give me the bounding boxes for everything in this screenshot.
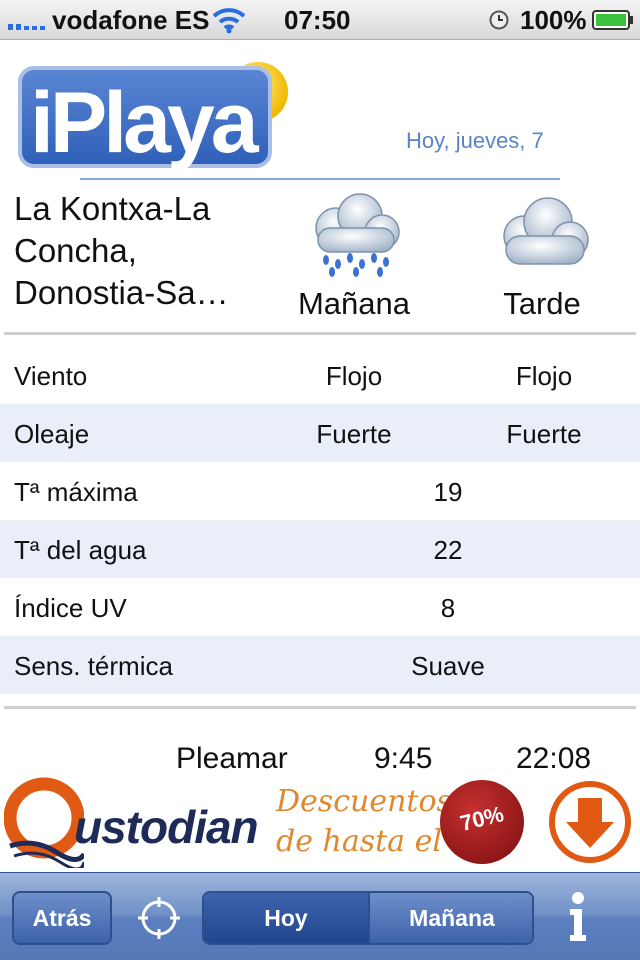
row-label: Tª máxima xyxy=(14,477,138,507)
tide-label: Pleamar xyxy=(176,742,288,772)
signal-strength-icon xyxy=(8,24,45,30)
wifi-icon xyxy=(212,8,246,34)
row-value: 19 xyxy=(433,477,463,507)
row-label: Viento xyxy=(14,361,88,391)
ad-brand-text: ustodian xyxy=(74,801,259,853)
crosshair-locate-icon[interactable] xyxy=(136,895,182,941)
tab-today[interactable]: Hoy xyxy=(204,893,370,943)
tide-row: Pleamar 9:45 22:08 xyxy=(0,738,640,772)
bottom-toolbar: Atrás Hoy Mañana xyxy=(0,872,640,960)
forecast-afternoon-label: Tarde xyxy=(503,286,581,321)
row-value: 8 xyxy=(440,593,456,623)
weather-table: Viento Flojo Flojo Oleaje Fuerte Fuerte … xyxy=(0,346,640,694)
day-segmented-control: Hoy Mañana xyxy=(202,891,534,945)
battery-icon xyxy=(592,10,633,30)
table-row: Sens. térmica Suave xyxy=(0,636,640,694)
ad-banner[interactable]: ustodian Descuentos de hasta el 70% xyxy=(0,772,640,872)
alarm-clock-icon xyxy=(489,10,509,30)
table-row: Tª del agua 22 xyxy=(0,520,640,578)
beach-name-line: Donostia-Sa… xyxy=(14,274,229,311)
tide-time-1: 9:45 xyxy=(374,742,433,772)
forecast-morning-label: Mañana xyxy=(297,286,411,321)
clock-time: 07:50 xyxy=(284,5,351,35)
section-divider xyxy=(4,332,636,335)
qustodian-q-logo xyxy=(4,777,84,868)
table-row: Tª máxima 19 xyxy=(0,462,640,520)
rain-cloud-icon xyxy=(315,193,400,277)
table-row: Viento Flojo Flojo xyxy=(0,346,640,404)
battery-percent: 100% xyxy=(520,5,587,35)
header-divider xyxy=(80,178,560,180)
row-value-morning: Fuerte xyxy=(316,419,392,449)
table-row: Índice UV 8 xyxy=(0,578,640,636)
ad-subline: de hasta el xyxy=(276,824,442,859)
back-button[interactable]: Atrás xyxy=(12,891,112,945)
row-label: Oleaje xyxy=(14,419,90,449)
row-value-morning: Flojo xyxy=(325,361,383,391)
ad-headline: Descuentos xyxy=(276,784,452,819)
beach-name-line: Concha, xyxy=(14,232,137,269)
tab-tomorrow[interactable]: Mañana xyxy=(370,893,532,943)
section-divider xyxy=(4,706,636,709)
info-icon[interactable] xyxy=(566,891,590,943)
row-value-afternoon: Flojo xyxy=(515,361,573,391)
download-arrow-icon[interactable] xyxy=(548,780,632,864)
row-label: Sens. térmica xyxy=(14,651,173,681)
row-value: 22 xyxy=(433,535,463,565)
svg-text:iPlaya: iPlaya xyxy=(30,75,260,170)
date-label: Hoy, jueves, 7 xyxy=(406,128,544,153)
row-label: Índice UV xyxy=(14,593,127,623)
table-row: Oleaje Fuerte Fuerte xyxy=(0,404,640,462)
row-value-afternoon: Fuerte xyxy=(506,419,582,449)
status-bar: vodafone ES 07:50 100% xyxy=(0,0,640,40)
tide-time-2: 22:08 xyxy=(516,742,592,772)
iplaya-logo: iPlaya xyxy=(18,62,288,170)
carrier-name: vodafone ES xyxy=(52,5,210,35)
beach-name: La Kontxa-La Concha, Donostia-Sa… xyxy=(14,188,264,314)
row-label: Tª del agua xyxy=(14,535,147,565)
app-header: iPlaya Hoy, jueves, 7 xyxy=(0,40,640,180)
row-value: Suave xyxy=(411,651,485,681)
cloud-icon xyxy=(503,197,589,265)
beach-name-line: La Kontxa-La xyxy=(14,190,211,227)
